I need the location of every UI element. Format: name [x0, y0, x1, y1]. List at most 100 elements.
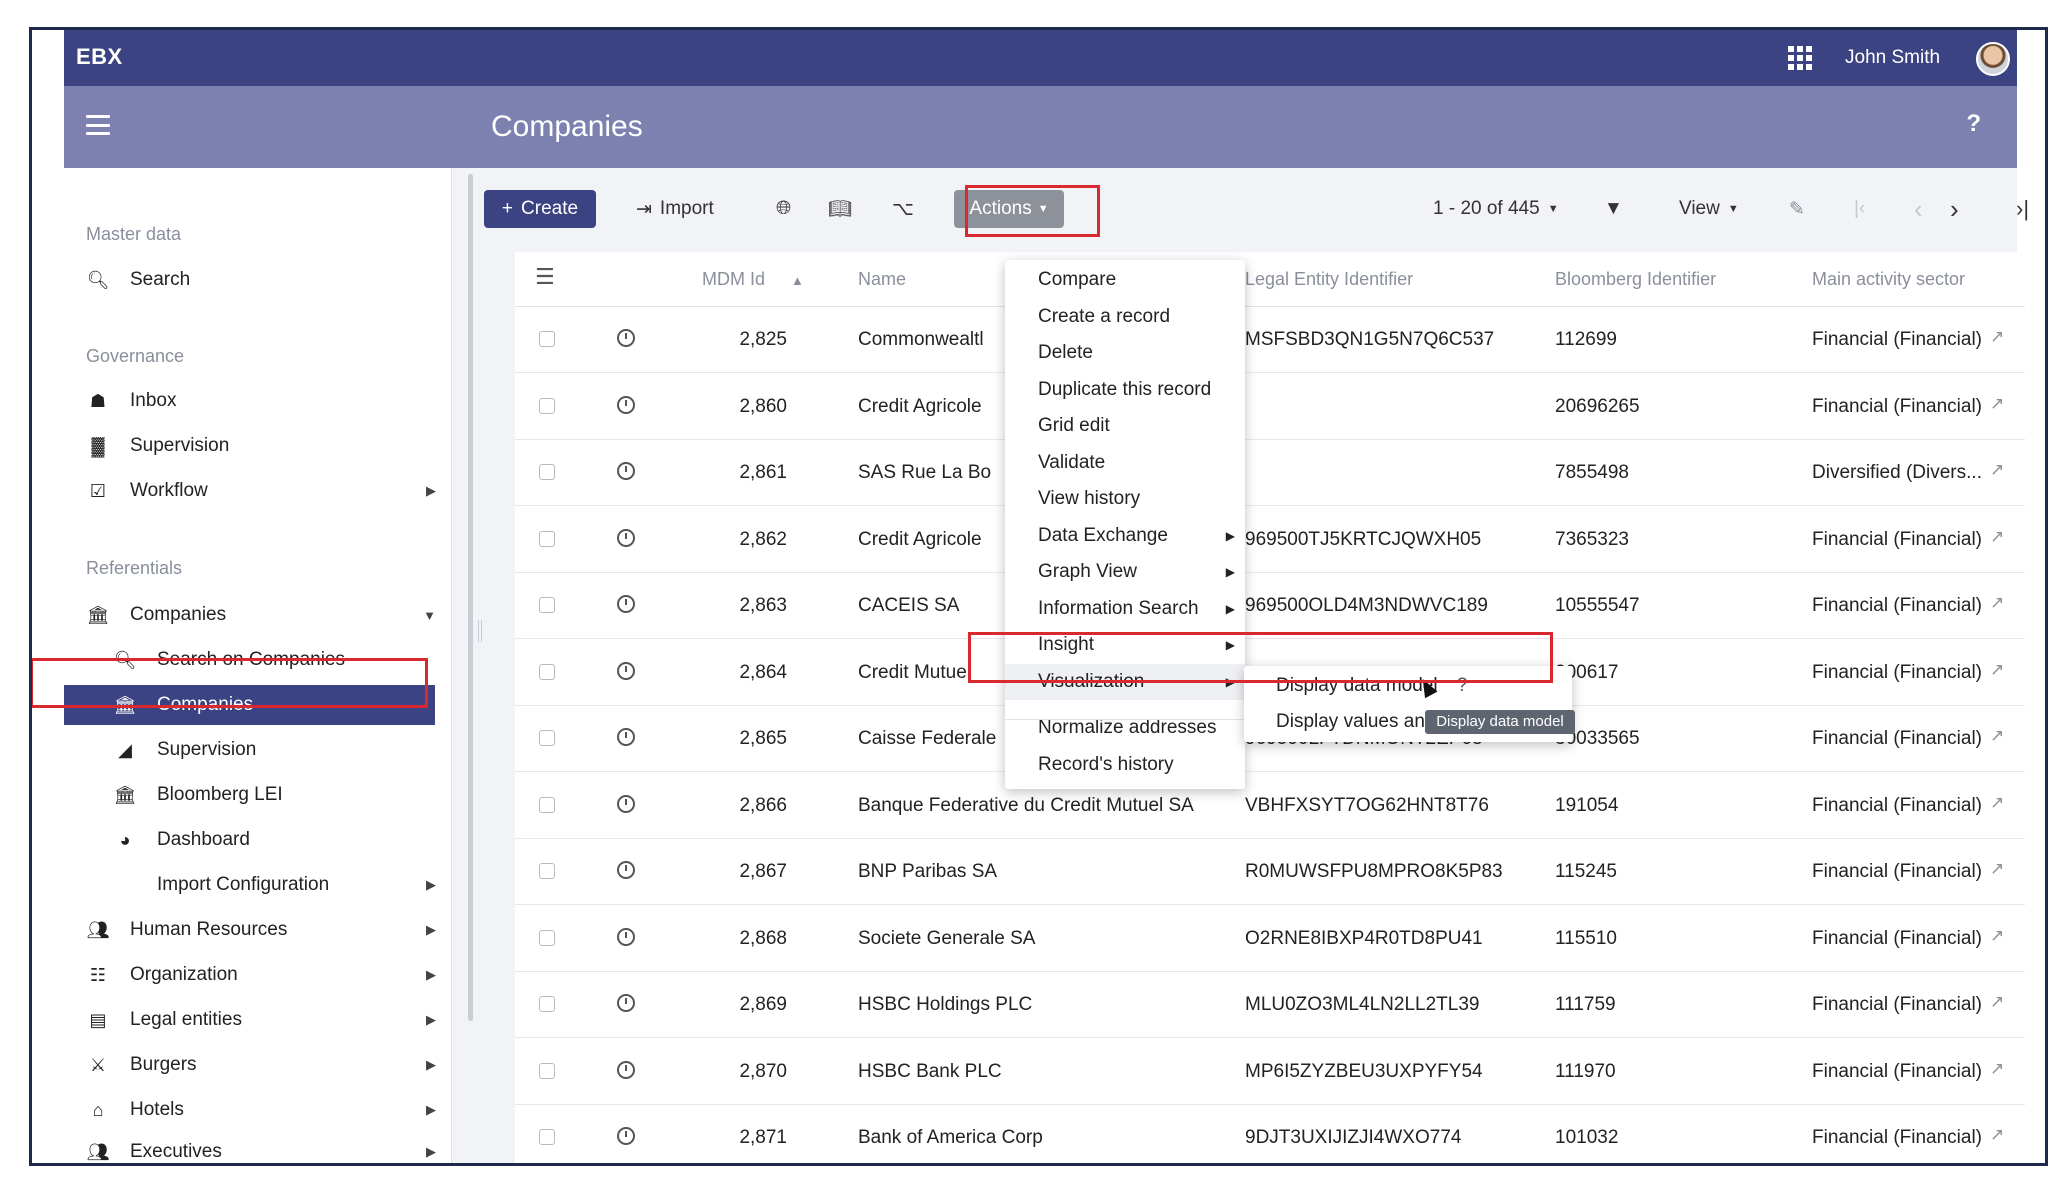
menu-item-delete[interactable]: Delete [1005, 335, 1245, 371]
external-link-icon[interactable]: ↗ [1990, 527, 2004, 547]
menu-item-duplicate-this-record[interactable]: Duplicate this record [1005, 372, 1245, 408]
sidebar-item-companies-group[interactable]: 🏛︎ Companies ▼ [64, 595, 452, 635]
menu-item-normalize-addresses[interactable]: Normalize addresses [1005, 710, 1245, 746]
history-clock-icon[interactable] [617, 927, 635, 946]
view-dropdown[interactable]: View ▼ [1679, 190, 1739, 228]
row-checkbox[interactable] [539, 996, 555, 1012]
row-checkbox[interactable] [539, 929, 555, 946]
sidebar-item-workflow[interactable]: ☑ Workflow ▶ [64, 471, 452, 511]
table-row[interactable]: 2,868 Societe Generale SA O2RNE8IBXP4R0TD8… [515, 906, 2025, 972]
table-row[interactable]: 2,866 Banque Federative du Credit Mutuel … [515, 773, 2025, 839]
table-row[interactable]: 2,871 Bank of America Corp 9DJT3UXIJIZJI4W… [515, 1105, 2025, 1163]
sidebar-item-executives[interactable]: 👥︎ Executives ▶ [64, 1132, 452, 1163]
last-page-button[interactable]: ›| [2016, 190, 2029, 228]
sidebar-item-burgers[interactable]: ⚔ Burgers ▶ [64, 1045, 452, 1085]
history-clock-icon[interactable] [617, 994, 635, 1012]
sidebar-item-inbox[interactable]: ☗ Inbox [64, 381, 452, 421]
menu-item-view-history[interactable]: View history [1005, 481, 1245, 517]
menu-item-display-data-model[interactable]: Display data model ? [1244, 668, 1572, 704]
history-clock-icon[interactable] [617, 661, 635, 680]
external-link-icon[interactable]: ↗ [1990, 1125, 2004, 1145]
history-clock-icon[interactable] [617, 728, 635, 746]
menu-item-record-s-history[interactable]: Record's history [1005, 747, 1245, 783]
external-link-icon[interactable]: ↗ [1990, 859, 2004, 879]
apps-grid-icon[interactable] [1788, 46, 1812, 70]
row-checkbox[interactable] [539, 331, 555, 347]
hamburger-menu-icon[interactable] [86, 115, 110, 135]
history-clock-icon[interactable] [617, 595, 635, 613]
external-link-icon[interactable]: ↗ [1990, 1059, 2004, 1079]
column-header-mdm-id[interactable]: MDM Id [702, 269, 765, 290]
table-row[interactable]: 2,869 HSBC Holdings PLC MLU0ZO3ML4LN2LL2TL… [515, 972, 2025, 1038]
actions-button[interactable]: Actions ▼ [954, 190, 1064, 228]
row-checkbox[interactable] [539, 730, 555, 746]
row-checkbox[interactable] [539, 464, 555, 480]
sidebar-item-supervision[interactable]: ▓ Supervision [64, 426, 452, 466]
external-link-icon[interactable]: ↗ [1990, 327, 2004, 347]
row-checkbox[interactable] [539, 796, 555, 813]
row-checkbox[interactable] [539, 397, 555, 414]
history-clock-icon[interactable] [617, 861, 635, 879]
sidebar-item-organization[interactable]: ☷ Organization ▶ [64, 955, 452, 995]
history-clock-icon[interactable] [617, 1060, 635, 1079]
filter-button[interactable]: ▼ [1604, 190, 1623, 228]
menu-item-data-exchange[interactable]: Data Exchange ▶ [1005, 518, 1245, 554]
table-row[interactable]: 2,860 Credit Agricole 20696265 Financial (F… [515, 374, 2025, 440]
external-link-icon[interactable]: ↗ [1990, 394, 2004, 414]
menu-item-grid-edit[interactable]: Grid edit [1005, 408, 1245, 444]
sidebar-item-hotels[interactable]: ⌂ Hotels ▶ [64, 1090, 452, 1130]
external-link-icon[interactable]: ↗ [1990, 726, 2004, 746]
brand-logo[interactable]: EBX [76, 44, 123, 70]
menu-item-visualization[interactable]: Visualization ▶ [1005, 663, 1245, 700]
sidebar-item-companies[interactable]: 🏛︎ Companies [64, 685, 435, 725]
history-clock-icon[interactable] [617, 462, 635, 480]
sidebar-item-search[interactable]: 🔍︎ Search [64, 260, 452, 300]
table-row[interactable]: 2,825 Commonwealtl MSFSBD3QN1G5N7Q6C537 112… [515, 307, 2025, 373]
sidebar-item-supervision-sub[interactable]: ◢ Supervision [64, 730, 452, 770]
create-button[interactable]: + Create [484, 190, 596, 228]
menu-item-graph-view[interactable]: Graph View ▶ [1005, 554, 1245, 590]
row-checkbox[interactable] [539, 530, 555, 547]
row-checkbox[interactable] [539, 1062, 555, 1079]
menu-item-compare[interactable]: Compare [1005, 262, 1245, 298]
row-checkbox[interactable] [539, 863, 555, 879]
menu-item-validate[interactable]: Validate [1005, 445, 1245, 481]
external-link-icon[interactable]: ↗ [1990, 992, 2004, 1012]
column-header-bloomberg[interactable]: Bloomberg Identifier [1555, 269, 1716, 290]
history-clock-icon[interactable] [617, 329, 635, 347]
sidebar-item-import-configuration[interactable]: Import Configuration ▶ [64, 865, 452, 905]
table-row[interactable]: 2,870 HSBC Bank PLC MP6I5ZYZBEU3UXPYFY54 11… [515, 1039, 2025, 1105]
external-link-icon[interactable]: ↗ [1990, 593, 2004, 613]
table-row[interactable]: 2,862 Credit Agricole 969500TJ5KRTCJQWXH05… [515, 507, 2025, 573]
import-button[interactable]: ⇥ Import [636, 190, 714, 228]
history-clock-icon[interactable] [617, 528, 635, 547]
sidebar-item-bloomberg-lei[interactable]: 🏛︎ Bloomberg LEI [64, 775, 452, 815]
table-row[interactable]: 2,861 SAS Rue La Bo 7855498 Diversified (Di… [515, 440, 2025, 506]
sidebar-scrollbar[interactable] [468, 174, 473, 1021]
previous-page-button[interactable]: ‹ [1914, 190, 1923, 228]
share-button[interactable]: ⌥ [892, 190, 914, 228]
sidebar-resize-handle[interactable] [478, 620, 482, 642]
pagination-dropdown[interactable]: 1 - 20 of 445 ▼ [1433, 190, 1559, 228]
sidebar-item-dashboard[interactable]: ◕ Dashboard [64, 820, 452, 860]
history-clock-icon[interactable] [617, 794, 635, 813]
edit-button[interactable]: ✎ [1789, 190, 1805, 228]
next-page-button[interactable]: › [1950, 190, 1959, 228]
sort-ascending-icon[interactable]: ▲ [791, 273, 804, 288]
column-header-sector[interactable]: Main activity sector [1812, 269, 1965, 290]
external-link-icon[interactable]: ↗ [1990, 926, 2004, 946]
first-page-button[interactable]: |‹ [1854, 190, 1865, 228]
history-clock-icon[interactable] [617, 395, 635, 414]
book-button[interactable]: 📖︎ [828, 190, 852, 228]
menu-item-create-a-record[interactable]: Create a record [1005, 299, 1245, 335]
user-name[interactable]: John Smith [1845, 47, 1940, 69]
history-clock-icon[interactable] [617, 1127, 635, 1145]
sidebar-item-search-on-companies[interactable]: 🔍︎ Search on Companies [64, 640, 452, 680]
table-row[interactable]: 2,867 BNP Paribas SA R0MUWSFPU8MPRO8K5P83 1… [515, 839, 2025, 905]
row-checkbox[interactable] [539, 1129, 555, 1145]
menu-item-information-search[interactable]: Information Search ▶ [1005, 591, 1245, 627]
column-header-name[interactable]: Name [858, 269, 906, 290]
globe-button[interactable]: 🌐︎ [776, 190, 791, 228]
help-icon[interactable]: ? [1966, 110, 1981, 138]
avatar[interactable] [1976, 42, 2010, 76]
